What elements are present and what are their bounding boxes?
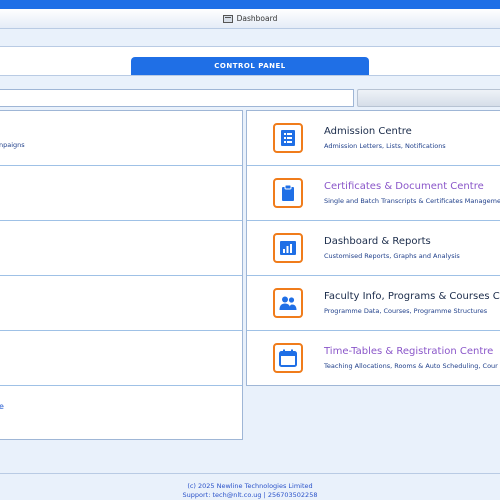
tile-time-tables-registration[interactable]: Time-Tables & Registration Centre Teachi…	[247, 331, 500, 386]
breadcrumb-dashboard-link[interactable]: Dashboard	[237, 14, 278, 23]
left-menu-item[interactable]	[0, 166, 242, 221]
tile-dashboard-reports[interactable]: Dashboard & Reports Customised Reports, …	[247, 221, 500, 276]
search-button[interactable]	[357, 89, 500, 107]
tile-title[interactable]: Admission Centre	[324, 126, 412, 137]
footer-copyright: (c) 2025 Newline Technologies Limited	[187, 482, 313, 490]
footer: (c) 2025 Newline Technologies Limited Su…	[0, 482, 500, 500]
left-menu-item[interactable]	[0, 331, 242, 386]
tile-subtitle: Admission Letters, Lists, Notifications	[324, 142, 446, 150]
document-list-icon	[273, 123, 303, 153]
footer-divider	[0, 473, 500, 474]
tile-title[interactable]: Faculty Info, Programs & Courses Ce	[324, 291, 500, 302]
users-icon	[273, 288, 303, 318]
calendar-icon	[273, 343, 303, 373]
tab-control-panel[interactable]: CONTROL PANEL	[131, 57, 369, 75]
tile-subtitle: Programme Data, Courses, Programme Struc…	[324, 307, 488, 315]
tile-title[interactable]: Certificates & Document Centre	[324, 181, 484, 192]
tile-certificates-document-centre[interactable]: Certificates & Document Centre Single an…	[247, 166, 500, 221]
window-icon	[222, 14, 233, 23]
tile-subtitle: Customised Reports, Graphs and Analysis	[324, 252, 460, 260]
tile-subtitle: Teaching Allocations, Rooms & Auto Sched…	[324, 362, 498, 370]
modules-panel: Admission Centre Admission Letters, List…	[246, 110, 500, 386]
tile-title[interactable]: Time-Tables & Registration Centre	[324, 346, 493, 357]
tile-faculty-programs-courses[interactable]: Faculty Info, Programs & Courses Ce Prog…	[247, 276, 500, 331]
left-menu-item[interactable]	[0, 221, 242, 276]
tile-subtitle: Single and Batch Transcripts & Certifica…	[324, 197, 500, 205]
left-menu-item-subtitle: npaigns	[0, 141, 25, 149]
tile-title[interactable]: Dashboard & Reports	[324, 236, 431, 247]
bar-chart-icon	[273, 233, 303, 263]
left-menu-item[interactable]	[0, 276, 242, 331]
breadcrumb: Dashboard	[0, 9, 500, 29]
left-panel-link[interactable]: e	[0, 402, 4, 411]
search-input[interactable]	[0, 89, 354, 107]
tile-admission-centre[interactable]: Admission Centre Admission Letters, List…	[247, 111, 500, 166]
top-accent-bar	[0, 0, 500, 9]
clipboard-icon	[273, 178, 303, 208]
left-menu-item[interactable]: npaigns	[0, 111, 242, 166]
left-menu-panel: npaigns e	[0, 110, 243, 440]
footer-support: Support: tech@nlt.co.ug | 256703502258	[182, 491, 318, 499]
